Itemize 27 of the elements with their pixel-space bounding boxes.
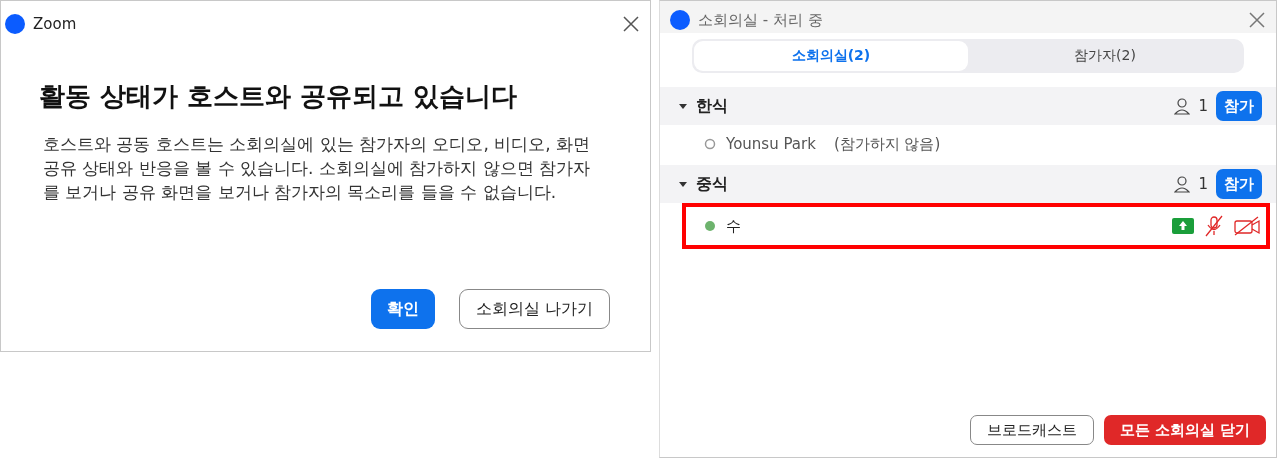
participant-name: Younsu Park (726, 135, 816, 153)
caret-icon[interactable] (678, 179, 688, 189)
tab[interactable]: 소회의실(2) (694, 41, 968, 71)
confirm-button[interactable]: 확인 (370, 289, 435, 329)
caret-icon[interactable] (678, 101, 688, 111)
participant-note: (참가하지 않음) (833, 134, 942, 154)
app-logo-icon (670, 10, 690, 30)
tab[interactable]: 참가자(2) (968, 41, 1242, 71)
person-icon (1174, 97, 1191, 115)
room-name: 중식 (696, 173, 729, 195)
app-logo-icon (5, 14, 25, 34)
participant-count: 1 (1198, 97, 1208, 115)
dialog-heading: 활동 상태가 호스트와 공유되고 있습니다 (39, 80, 519, 113)
person-icon (1174, 175, 1191, 193)
broadcast-button[interactable]: 브로드캐스트 (969, 415, 1094, 445)
window-title: 소회의실 - 처리 중 (698, 10, 824, 30)
participant-count: 1 (1198, 175, 1208, 193)
participant-name: 수 (726, 216, 741, 236)
leave-button[interactable]: 소회의실 나가기 (458, 289, 610, 329)
dialog-message: 호스트와 공동 호스트는 소회의실에 있는 참가자의 오디오, 비디오, 화면 공유 상태와 반응을 볼 수 있습니다. 소회의실에 참가하지 않으면 참가자를 보거나 공유 화면을 보거나 참가자의 목소리를 들을 수 없습니다. (43, 133, 592, 204)
room-name: 한식 (696, 95, 729, 117)
close-button[interactable] (622, 15, 640, 33)
window-title: Zoom (33, 15, 78, 33)
join-button[interactable]: 참가 (1216, 169, 1262, 199)
join-button[interactable]: 참가 (1216, 91, 1262, 121)
close-all-rooms-button[interactable]: 모든 소회의실 닫기 (1103, 415, 1266, 445)
close-button[interactable] (1248, 11, 1266, 29)
